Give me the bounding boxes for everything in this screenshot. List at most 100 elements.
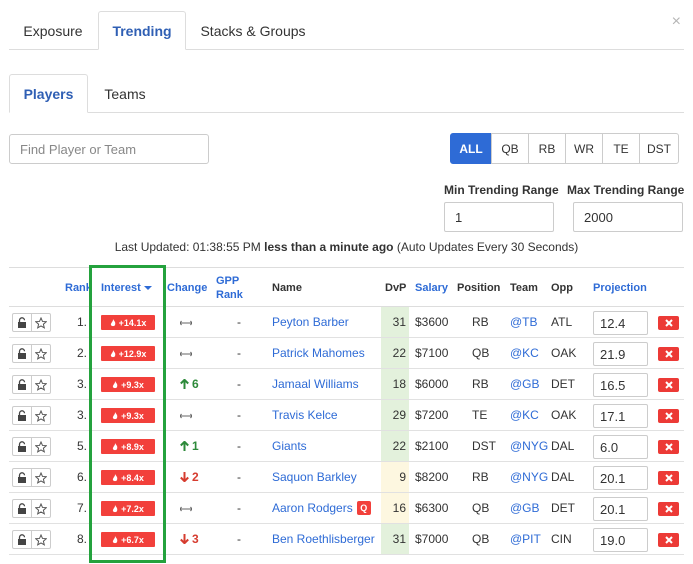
remove-icon[interactable] xyxy=(658,316,679,330)
gpp-rank-cell: - xyxy=(237,501,241,515)
team-link[interactable]: @NYG xyxy=(510,470,548,484)
col-change[interactable]: Change xyxy=(167,281,207,295)
col-salary[interactable]: Salary xyxy=(415,281,448,295)
projection-input[interactable] xyxy=(593,342,648,366)
tab-players[interactable]: Players xyxy=(9,74,88,113)
star-icon[interactable] xyxy=(31,437,51,456)
team-link[interactable]: @KC xyxy=(510,346,539,360)
col-projection[interactable]: Projection xyxy=(593,281,647,295)
interest-badge: +12.9x xyxy=(101,346,155,361)
max-range-input[interactable] xyxy=(573,202,683,232)
player-name-link[interactable]: Ben Roethlisberger xyxy=(272,532,375,546)
remove-icon[interactable] xyxy=(658,440,679,454)
position-te-button[interactable]: TE xyxy=(602,133,640,164)
gpp-rank-cell: - xyxy=(237,470,241,484)
interest-badge: +14.1x xyxy=(101,315,155,330)
position-dst-button[interactable]: DST xyxy=(639,133,679,164)
team-cell: @NYG xyxy=(510,462,548,492)
star-icon[interactable] xyxy=(31,313,51,332)
star-icon[interactable] xyxy=(31,499,51,518)
player-name-link[interactable]: Saquon Barkley xyxy=(272,470,357,484)
projection-input[interactable] xyxy=(593,466,648,490)
team-cell: @TB xyxy=(510,307,538,337)
sub-tab-bar: Players Teams xyxy=(9,73,684,113)
table-row: 6. +8.4x 2 - Saquon Barkley 9 $8200 RB @NYG DAL xyxy=(9,462,684,493)
change-cell xyxy=(179,338,193,368)
position-rb-button[interactable]: RB xyxy=(528,133,566,164)
player-name-link[interactable]: Aaron Rodgers xyxy=(272,501,353,515)
star-icon[interactable] xyxy=(31,375,51,394)
gpp-rank-cell: - xyxy=(237,315,241,329)
team-cell: @GB xyxy=(510,493,540,523)
projection-input[interactable] xyxy=(593,311,648,335)
salary-cell: $6300 xyxy=(415,501,449,515)
opp-cell: OAK xyxy=(551,408,577,422)
position-cell: RB xyxy=(472,315,489,329)
col-interest-label: Interest xyxy=(101,282,141,294)
remove-icon[interactable] xyxy=(658,533,679,547)
opp-cell: DAL xyxy=(551,439,575,453)
table-row: 3. +9.3x - Travis Kelce 29 $7200 TE @KC OAK xyxy=(9,400,684,431)
team-link[interactable]: @GB xyxy=(510,377,540,391)
interest-value: +14.1x xyxy=(118,317,147,328)
projection-input[interactable] xyxy=(593,373,648,397)
lock-icon[interactable] xyxy=(12,468,32,487)
last-updated-time: Last Updated: 01:38:55 PM xyxy=(114,240,261,254)
player-name-link[interactable]: Patrick Mahomes xyxy=(272,346,365,360)
min-range-label: Min Trending Range xyxy=(444,183,559,197)
lock-icon[interactable] xyxy=(12,375,32,394)
player-name-link[interactable]: Peyton Barber xyxy=(272,315,349,329)
col-rank[interactable]: Rank xyxy=(65,281,92,295)
remove-icon[interactable] xyxy=(658,409,679,423)
player-name-link[interactable]: Jamaal Williams xyxy=(272,377,359,391)
no-change-icon xyxy=(179,346,193,360)
flame-icon xyxy=(112,473,121,482)
position-wr-button[interactable]: WR xyxy=(565,133,603,164)
min-range-input[interactable] xyxy=(444,202,554,232)
team-link[interactable]: @GB xyxy=(510,501,540,515)
projection-input[interactable] xyxy=(593,497,648,521)
lock-icon[interactable] xyxy=(12,499,32,518)
lock-icon[interactable] xyxy=(12,437,32,456)
remove-icon[interactable] xyxy=(658,471,679,485)
player-name-cell: Aaron Rodgers Q xyxy=(272,493,371,523)
team-link[interactable]: @PIT xyxy=(510,532,541,546)
remove-icon[interactable] xyxy=(658,378,679,392)
lock-icon[interactable] xyxy=(12,313,32,332)
tab-exposure[interactable]: Exposure xyxy=(9,11,97,50)
tab-teams[interactable]: Teams xyxy=(91,74,159,113)
player-name-link[interactable]: Giants xyxy=(272,439,307,453)
col-gpp-rank[interactable]: GPP Rank xyxy=(216,274,243,302)
max-range-label: Max Trending Range xyxy=(567,183,685,197)
player-name-link[interactable]: Travis Kelce xyxy=(272,408,338,422)
player-name-cell: Giants xyxy=(272,431,307,461)
salary-cell: $2100 xyxy=(415,439,449,453)
table-row: 1. +14.1x - Peyton Barber 31 $3600 RB @TB ATL xyxy=(9,307,684,338)
position-all-button[interactable]: ALL xyxy=(450,133,492,164)
team-link[interactable]: @KC xyxy=(510,408,539,422)
team-link[interactable]: @NYG xyxy=(510,439,548,453)
dvp-cell: 18 xyxy=(381,369,409,399)
star-icon[interactable] xyxy=(31,344,51,363)
remove-icon[interactable] xyxy=(658,347,679,361)
projection-input[interactable] xyxy=(593,435,648,459)
col-interest[interactable]: Interest xyxy=(101,281,152,295)
position-qb-button[interactable]: QB xyxy=(491,133,529,164)
gpp-rank-cell: - xyxy=(237,377,241,391)
team-link[interactable]: @TB xyxy=(510,315,538,329)
star-icon[interactable] xyxy=(31,530,51,549)
last-updated-note: (Auto Updates Every 30 Seconds) xyxy=(396,240,579,254)
table-row: 8. +6.7x 3 - Ben Roethlisberger 31 $7000 QB @PIT… xyxy=(9,524,684,555)
remove-icon[interactable] xyxy=(658,502,679,516)
projection-input[interactable] xyxy=(593,528,648,552)
star-icon[interactable] xyxy=(31,468,51,487)
search-input[interactable] xyxy=(9,134,209,164)
tab-trending[interactable]: Trending xyxy=(98,11,186,50)
projection-input[interactable] xyxy=(593,404,648,428)
lock-icon[interactable] xyxy=(12,344,32,363)
team-cell: @PIT xyxy=(510,524,541,554)
lock-icon[interactable] xyxy=(12,530,32,549)
lock-icon[interactable] xyxy=(12,406,32,425)
star-icon[interactable] xyxy=(31,406,51,425)
tab-stacks-groups[interactable]: Stacks & Groups xyxy=(190,11,316,50)
